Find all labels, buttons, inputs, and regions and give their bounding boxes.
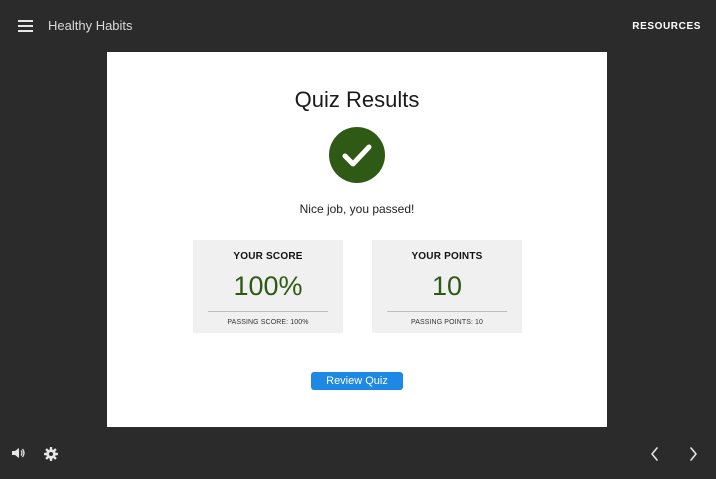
review-quiz-button[interactable]: Review Quiz — [311, 372, 403, 390]
quiz-title: Quiz Results — [294, 87, 420, 112]
points-label: YOUR POINTS — [411, 251, 483, 262]
resources-link[interactable]: RESOURCES — [632, 21, 701, 32]
points-divider — [387, 311, 507, 312]
speaker-icon[interactable] — [11, 446, 27, 465]
passing-score: PASSING SCORE: 100% — [227, 319, 309, 326]
chevron-left-icon[interactable] — [648, 446, 662, 467]
checkmark-icon — [329, 127, 385, 183]
course-title: Healthy Habits — [48, 18, 133, 33]
score-card: YOUR SCORE 100% PASSING SCORE: 100% — [193, 240, 343, 333]
gear-icon[interactable] — [43, 446, 59, 467]
score-label: YOUR SCORE — [233, 251, 303, 262]
top-bar: Healthy Habits RESOURCES — [0, 0, 716, 52]
score-value: 100% — [233, 271, 303, 301]
points-card: YOUR POINTS 10 PASSING POINTS: 10 — [372, 240, 522, 333]
passing-points: PASSING POINTS: 10 — [410, 319, 484, 326]
points-value: 10 — [431, 271, 463, 301]
result-message: Nice job, you passed! — [299, 202, 415, 216]
quiz-results-slide: Quiz Results Nice job, you passed! YOUR … — [107, 52, 607, 427]
score-divider — [208, 311, 328, 312]
hamburger-menu-icon[interactable] — [18, 20, 33, 32]
chevron-right-icon[interactable] — [686, 446, 700, 467]
